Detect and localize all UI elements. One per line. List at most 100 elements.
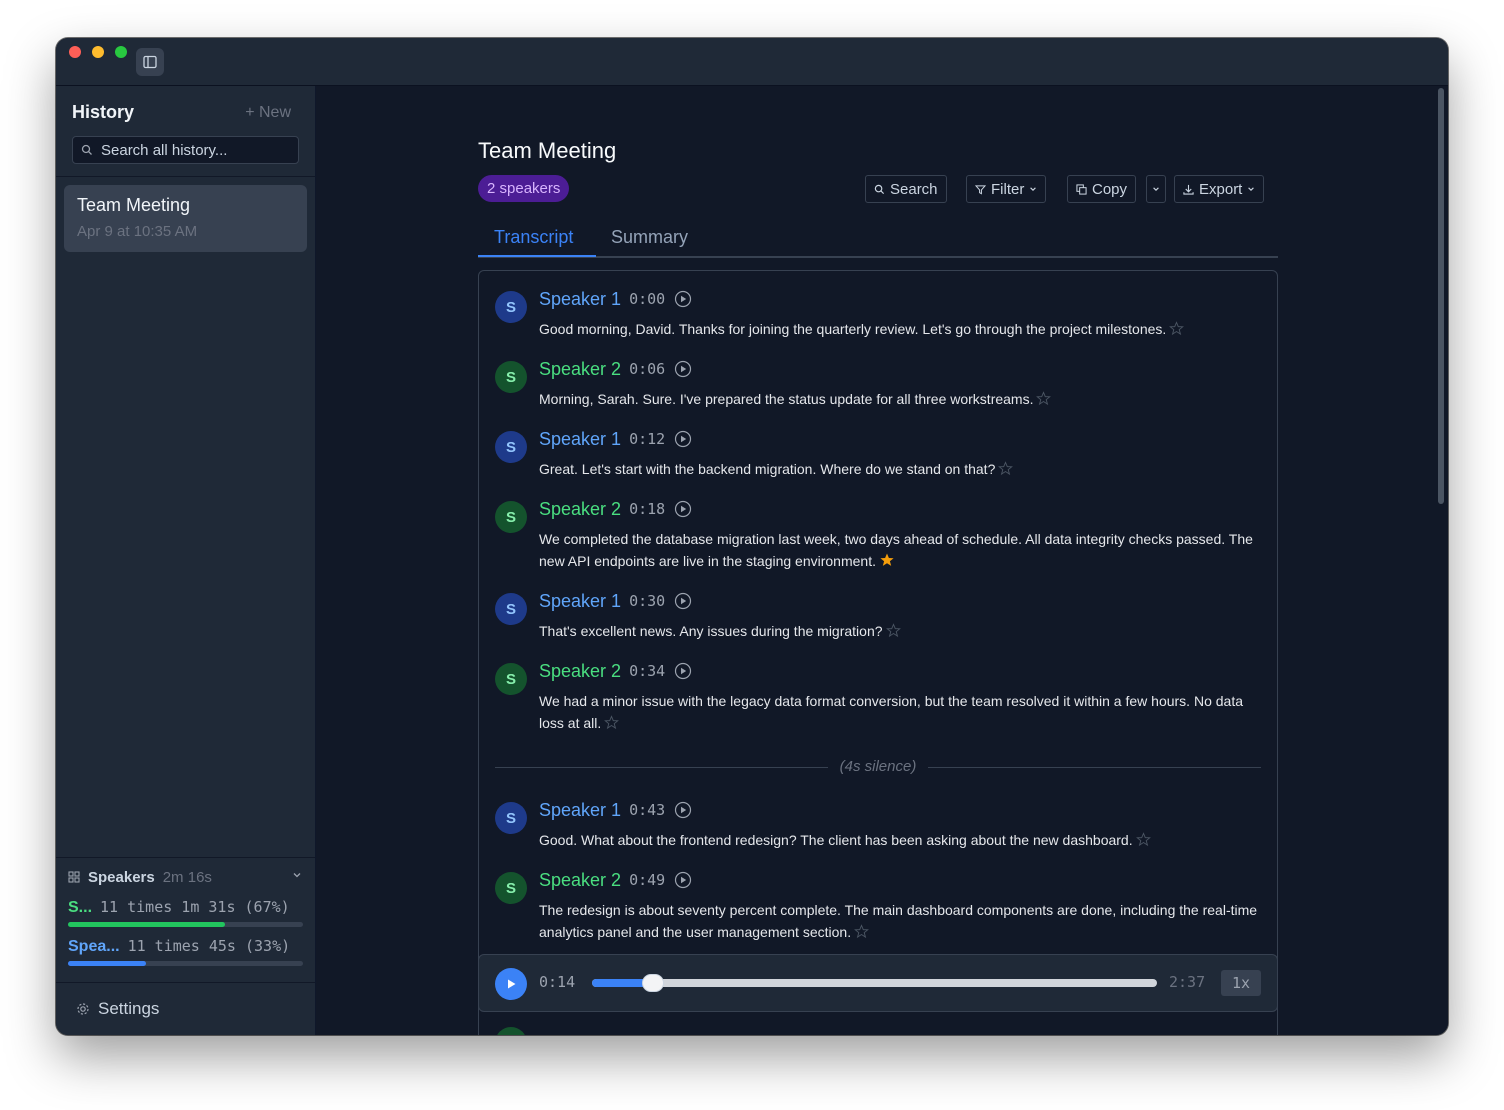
star-outline-icon[interactable] <box>1036 391 1052 406</box>
play-circle-icon[interactable] <box>674 801 692 819</box>
segment-timestamp[interactable]: 0:00 <box>629 290 665 308</box>
copy-button-label: Copy <box>1092 180 1128 198</box>
play-circle-icon[interactable] <box>674 871 692 889</box>
speaker-share-fill <box>68 961 146 966</box>
sidebar-toggle-button[interactable] <box>136 48 164 76</box>
transcript-panel: S Speaker 1 0:00 Good morning, David. Thank… <box>478 270 1278 1035</box>
minimize-window-button[interactable] <box>92 46 104 58</box>
new-button[interactable]: + New <box>245 104 291 122</box>
settings-button[interactable]: Settings <box>56 982 315 1035</box>
star-outline-icon[interactable] <box>885 623 901 638</box>
segment-timestamp[interactable]: 0:43 <box>629 801 665 819</box>
star-filled-icon[interactable] <box>879 552 895 568</box>
play-circle-icon[interactable] <box>674 360 692 378</box>
segment-text-content: Great. Let's start with the backend migr… <box>539 461 996 477</box>
playback-speed-button[interactable]: 1x <box>1221 970 1261 996</box>
export-button[interactable]: Export <box>1174 175 1265 203</box>
seek-slider[interactable] <box>592 974 1157 992</box>
sidebar: History + New Search all history... Team… <box>56 86 316 1035</box>
play-circle-icon[interactable] <box>674 430 692 448</box>
speaker-stat-row: Spea... 11 times 45s (33%) <box>68 937 302 956</box>
history-item-title: Team Meeting <box>77 195 191 215</box>
segment-play-button[interactable] <box>674 500 692 518</box>
history-item[interactable]: Team Meeting Apr 9 at 10:35 AM <box>64 185 307 252</box>
segment-timestamp[interactable]: 0:49 <box>629 871 665 889</box>
seek-handle[interactable] <box>642 974 665 992</box>
close-window-button[interactable] <box>69 46 81 58</box>
current-time: 0:14 <box>539 973 576 991</box>
segment-timestamp[interactable]: 0:06 <box>629 360 665 378</box>
tab-summary[interactable]: Summary <box>611 227 688 248</box>
copy-button[interactable]: Copy <box>1067 175 1137 203</box>
segment-play-button[interactable] <box>674 430 692 448</box>
play-button[interactable] <box>495 968 527 1000</box>
speaker-name[interactable]: Speaker 2 <box>539 359 621 380</box>
segment-timestamp[interactable]: 0:30 <box>629 592 665 610</box>
title-bar <box>56 38 1448 86</box>
speakers-panel-header[interactable]: Speakers 2m 16s <box>68 867 304 887</box>
speaker-avatar: S <box>495 361 527 393</box>
filter-button-label: Filter <box>991 180 1025 198</box>
silence-divider: (4s silence) <box>495 757 1261 777</box>
segment-timestamp[interactable]: 0:18 <box>629 500 665 518</box>
star-outline-icon[interactable] <box>604 715 620 730</box>
chevron-down-icon <box>1030 187 1037 191</box>
tab-bar: Transcript Summary <box>478 224 1278 258</box>
segment-text: Morning, Sarah. Sure. I've prepared the … <box>539 388 1269 410</box>
segment-timestamp[interactable]: 0:34 <box>629 662 665 680</box>
search-button[interactable]: Search <box>865 175 947 203</box>
active-tab-indicator <box>478 255 596 257</box>
star-outline-icon[interactable] <box>998 461 1014 476</box>
speakers-panel: Speakers 2m 16s S... 11 times 1m 31s (67%… <box>56 857 315 966</box>
speaker-avatar: S <box>495 431 527 463</box>
speaker-name[interactable]: Speaker 2 <box>539 499 621 520</box>
app-window: History + New Search all history... Team… <box>56 38 1448 1035</box>
speaker-stat-values: 11 times 45s (33%) <box>127 937 291 955</box>
speaker-name[interactable]: Speaker 1 <box>539 800 621 821</box>
speaker-name[interactable]: Speaker 2 <box>539 870 621 891</box>
sidebar-icon <box>143 55 157 69</box>
segment-play-button[interactable] <box>674 662 692 680</box>
search-button-label: Search <box>890 180 938 198</box>
filter-button[interactable]: Filter <box>966 175 1047 203</box>
sidebar-divider <box>56 176 315 177</box>
main-scrollbar[interactable] <box>1438 88 1444 504</box>
speaker-avatar: S <box>495 802 527 834</box>
play-circle-icon[interactable] <box>674 290 692 308</box>
segment-text-content: That's excellent news. Any issues during… <box>539 623 883 639</box>
speaker-stat-name: S... <box>68 899 93 916</box>
play-circle-icon[interactable] <box>674 500 692 518</box>
speaker-name[interactable]: Speaker 1 <box>539 591 621 612</box>
speakers-badge: 2 speakers <box>478 175 570 202</box>
segment-play-button[interactable] <box>674 871 692 889</box>
segment-text: That's excellent news. Any issues during… <box>539 620 1269 642</box>
chevron-down-icon[interactable] <box>292 870 302 880</box>
play-circle-icon[interactable] <box>674 662 692 680</box>
tab-transcript[interactable]: Transcript <box>494 227 573 248</box>
speaker-avatar: S <box>495 663 527 695</box>
segment-play-button[interactable] <box>674 592 692 610</box>
speaker-name[interactable]: Speaker 2 <box>539 661 621 682</box>
segment-play-button[interactable] <box>674 801 692 819</box>
star-outline-icon[interactable] <box>854 924 870 939</box>
segment-play-button[interactable] <box>674 290 692 308</box>
gear-icon <box>77 1003 89 1015</box>
segment-timestamp[interactable]: 0:12 <box>629 430 665 448</box>
history-search-input[interactable]: Search all history... <box>72 136 299 164</box>
zoom-window-button[interactable] <box>115 46 127 58</box>
segment-play-button[interactable] <box>674 360 692 378</box>
search-placeholder: Search all history... <box>101 141 228 159</box>
star-outline-icon[interactable] <box>1135 832 1151 847</box>
settings-label: Settings <box>98 999 160 1018</box>
copy-options-button[interactable] <box>1146 175 1166 203</box>
speakers-panel-title: Speakers <box>88 868 155 886</box>
speaker-name[interactable]: Speaker 1 <box>539 289 621 310</box>
segment-header: Speaker 1 0:43 <box>539 798 692 822</box>
play-circle-icon[interactable] <box>674 592 692 610</box>
speaker-stat-name: Spea... <box>68 938 120 955</box>
star-outline-icon[interactable] <box>1169 321 1185 336</box>
speaker-name[interactable]: Speaker 1 <box>539 429 621 450</box>
main-content: Team Meeting 2 speakers Search Filter Co… <box>317 86 1448 1035</box>
segment-text-content: Morning, Sarah. Sure. I've prepared the … <box>539 391 1034 407</box>
page-title: Team Meeting <box>478 138 617 163</box>
